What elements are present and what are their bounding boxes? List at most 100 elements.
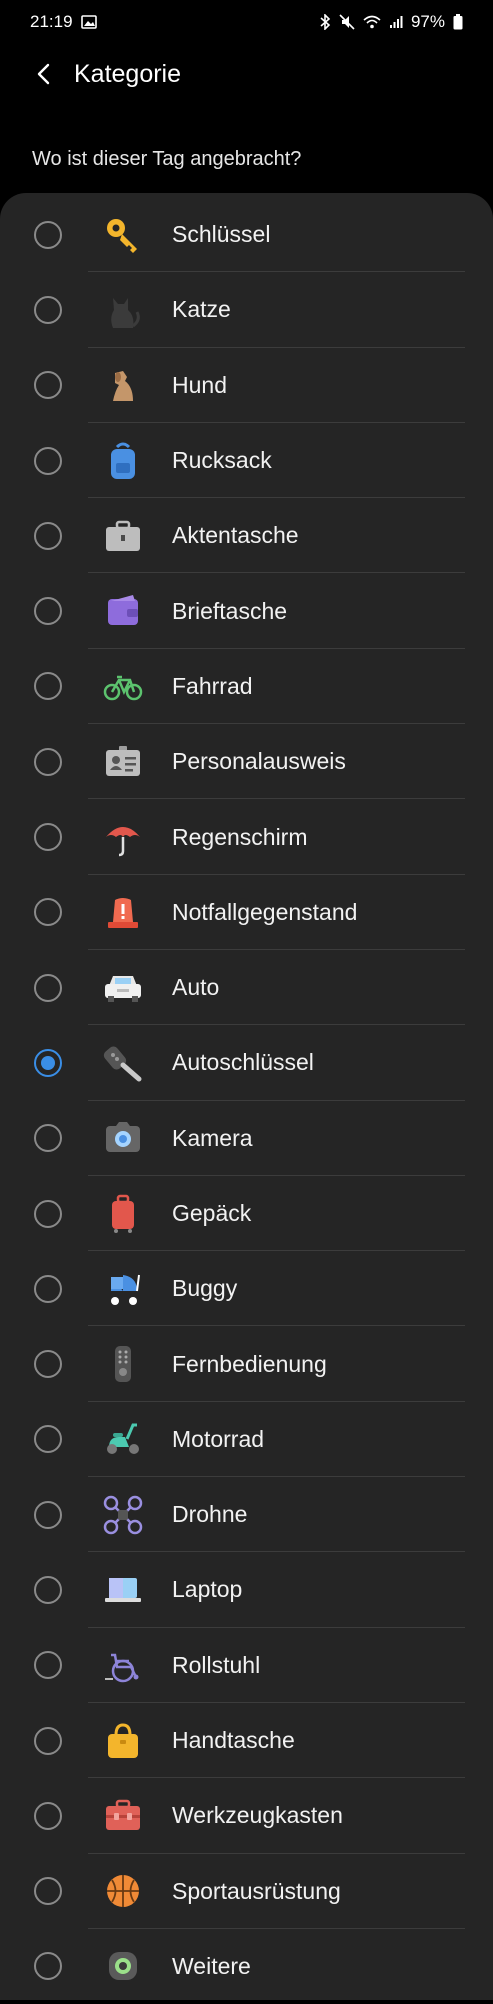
radio-button[interactable] <box>34 1048 62 1077</box>
list-item-label: Drohne <box>172 1501 248 1528</box>
list-item-label: Handtasche <box>172 1727 295 1754</box>
cat-icon <box>101 288 145 332</box>
drone-icon <box>101 1493 145 1537</box>
list-item-label: Weitere <box>172 1952 251 1979</box>
list-item[interactable]: Auto <box>0 950 493 1026</box>
list-item-label: Gepäck <box>172 1200 252 1226</box>
list-item-label: Personalausweis <box>172 748 346 775</box>
basketball-icon <box>101 1869 145 1913</box>
list-item[interactable]: Personalausweis <box>0 724 493 800</box>
list-item[interactable]: Kamera <box>0 1101 493 1176</box>
list-item[interactable]: Schlüssel <box>0 197 493 273</box>
radio-button[interactable] <box>34 295 62 324</box>
list-item[interactable]: Buggy <box>0 1251 493 1327</box>
toolbox-icon <box>101 1794 145 1838</box>
key-icon <box>101 213 145 257</box>
list-item-label: Auto <box>172 974 220 1001</box>
list-item[interactable]: Gepäck <box>0 1176 493 1252</box>
page-title: Kategorie <box>74 59 182 88</box>
radio-button[interactable] <box>34 597 62 626</box>
radio-button[interactable] <box>34 371 62 400</box>
bluetooth-icon <box>319 14 331 30</box>
wifi-icon <box>363 15 381 29</box>
radio-button[interactable] <box>34 1425 62 1454</box>
list-item-label: Buggy <box>172 1275 238 1302</box>
list-item-label: Hund <box>172 371 227 398</box>
bicycle-icon <box>101 664 145 708</box>
list-item[interactable]: Fernbedienung <box>0 1326 493 1402</box>
list-item-label: Autoschlüssel <box>172 1049 314 1076</box>
radio-button[interactable] <box>34 1274 62 1303</box>
list-item[interactable]: Rollstuhl <box>0 1628 493 1703</box>
list-item[interactable]: Motorrad <box>0 1402 493 1478</box>
list-item[interactable]: Drohne <box>0 1477 493 1553</box>
signal-icon <box>389 15 403 29</box>
radio-button[interactable] <box>34 898 62 927</box>
list-item[interactable]: Sportausrüstung <box>0 1854 493 1929</box>
list-item-label: Fahrrad <box>172 672 253 699</box>
back-button[interactable] <box>20 51 66 97</box>
radio-button[interactable] <box>34 1199 62 1228</box>
list-item[interactable]: Autoschlüssel <box>0 1025 493 1101</box>
list-item[interactable]: Notfallgegenstand <box>0 875 493 950</box>
list-item-label: Motorrad <box>172 1425 265 1452</box>
battery-icon <box>453 14 463 30</box>
gallery-icon <box>80 15 97 29</box>
car-key-icon <box>101 1041 145 1085</box>
luggage-icon <box>101 1192 145 1236</box>
briefcase-icon <box>101 514 145 558</box>
umbrella-icon <box>101 815 145 859</box>
list-item[interactable]: Werkzeugkasten <box>0 1778 493 1854</box>
scooter-icon <box>101 1417 145 1461</box>
radio-button[interactable] <box>34 823 62 852</box>
list-item-label: Rucksack <box>172 447 272 474</box>
laptop-icon <box>101 1568 145 1612</box>
radio-button[interactable] <box>34 446 62 475</box>
list-item[interactable]: Weitere <box>0 1929 493 2004</box>
radio-button[interactable] <box>34 1726 62 1755</box>
radio-button[interactable] <box>34 1877 62 1906</box>
list-item-label: Rollstuhl <box>172 1651 261 1678</box>
list-item[interactable]: Laptop <box>0 1552 493 1628</box>
radio-button[interactable] <box>34 521 62 550</box>
category-list: Schlüssel Katze Hund Rucksack Aktentasche Bri… <box>0 193 493 2000</box>
list-item-label: Fernbedienung <box>172 1350 327 1377</box>
radio-button[interactable] <box>34 220 62 249</box>
status-left: 21:19 <box>30 12 97 32</box>
list-item[interactable]: Aktentasche <box>0 498 493 574</box>
radio-button[interactable] <box>34 1801 62 1830</box>
backpack-icon <box>101 439 145 483</box>
list-item-label: Werkzeugkasten <box>172 1802 343 1829</box>
dog-icon <box>101 363 145 407</box>
list-item[interactable]: Regenschirm <box>0 799 493 875</box>
status-right: 97% <box>319 12 463 32</box>
handbag-icon <box>101 1719 145 1763</box>
radio-button[interactable] <box>34 1575 62 1604</box>
list-item-label: Regenschirm <box>172 823 308 850</box>
emergency-light-icon <box>101 890 145 934</box>
radio-button[interactable] <box>34 747 62 776</box>
list-item-label: Kamera <box>172 1124 253 1151</box>
radio-button[interactable] <box>34 1952 62 1981</box>
chevron-left-icon <box>37 63 50 85</box>
radio-button[interactable] <box>34 973 62 1002</box>
radio-button[interactable] <box>34 672 62 701</box>
radio-button[interactable] <box>34 1500 62 1529</box>
radio-button[interactable] <box>34 1350 62 1379</box>
stroller-icon <box>101 1267 145 1311</box>
list-item[interactable]: Rucksack <box>0 423 493 499</box>
mute-icon <box>339 14 355 30</box>
list-item[interactable]: Handtasche <box>0 1703 493 1779</box>
list-item[interactable]: Katze <box>0 272 493 348</box>
list-item[interactable]: Brieftasche <box>0 573 493 649</box>
id-card-icon <box>101 740 145 784</box>
car-icon <box>101 966 145 1010</box>
list-item[interactable]: Hund <box>0 348 493 423</box>
radio-button[interactable] <box>34 1651 62 1680</box>
question-text: Wo ist dieser Tag angebracht? <box>32 148 302 170</box>
remote-control-icon <box>101 1342 145 1386</box>
list-item[interactable]: Fahrrad <box>0 649 493 725</box>
status-bar: 21:19 97% <box>0 0 493 44</box>
radio-button[interactable] <box>34 1124 62 1153</box>
status-time: 21:19 <box>30 12 73 31</box>
